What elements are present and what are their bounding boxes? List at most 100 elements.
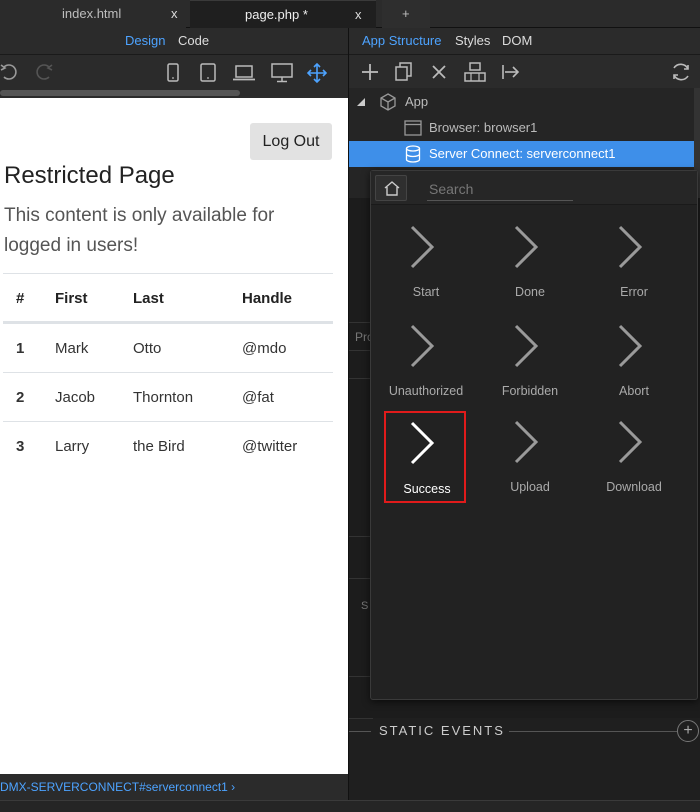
desktop-icon[interactable] — [270, 63, 294, 83]
refresh-icon[interactable] — [670, 61, 692, 83]
design-canvas: Log Out Restricted Page This content is … — [0, 98, 348, 774]
structure-toolbar — [349, 54, 700, 88]
table-cell: Mark — [55, 340, 89, 357]
popup-header: Search — [371, 171, 697, 205]
duplicate-icon[interactable] — [395, 62, 413, 82]
chevron-right-icon — [514, 324, 539, 368]
event-search-input[interactable]: Search — [427, 179, 573, 201]
tab-dom[interactable]: DOM — [502, 33, 532, 48]
add-static-event-button[interactable]: + — [677, 720, 699, 742]
users-table: # First Last Handle 1 Mark Otto @mdo 2 J… — [3, 273, 333, 470]
section-stub: S — [361, 600, 369, 612]
expand-triangle-icon[interactable] — [356, 97, 366, 107]
event-picker-popup: Search Start Done Error Unauthorized Forbidd… — [370, 170, 698, 700]
event-upload-button[interactable]: Upload — [488, 414, 572, 500]
add-icon[interactable] — [361, 63, 379, 81]
table-cell: Otto — [133, 340, 162, 357]
chevron-right-icon — [410, 324, 435, 368]
new-tab-button[interactable]: + — [382, 0, 430, 28]
table-header-cell: # — [16, 290, 25, 307]
move-icon[interactable] — [306, 62, 328, 84]
table-cell: 1 — [16, 340, 25, 357]
home-button[interactable] — [375, 175, 407, 201]
wrap-icon[interactable] — [463, 62, 487, 82]
table-row: 3 Larry the Bird @twitter — [3, 421, 333, 470]
table-cell: 3 — [16, 438, 25, 455]
delete-icon[interactable] — [431, 64, 447, 80]
bottom-bar — [0, 800, 700, 812]
tree-node-app[interactable]: App — [349, 89, 695, 115]
tab-index-html[interactable]: index.html x — [0, 0, 186, 28]
event-label: Done — [515, 285, 545, 299]
phone-icon[interactable] — [166, 63, 180, 83]
tab-bar: index.html x page.php * x + — [0, 0, 700, 28]
cube-icon — [380, 93, 396, 111]
event-abort-button[interactable]: Abort — [592, 318, 676, 404]
move-into-icon[interactable] — [501, 64, 521, 80]
table-header-cell: Handle — [242, 290, 293, 307]
event-forbidden-button[interactable]: Forbidden — [488, 318, 572, 404]
tab-styles[interactable]: Styles — [455, 33, 490, 48]
event-label: Abort — [619, 384, 649, 398]
event-label: Unauthorized — [388, 384, 464, 398]
chevron-right-icon — [618, 420, 643, 464]
right-panel-tabs: App Structure Styles DOM — [349, 28, 700, 54]
table-header-row: # First Last Handle — [3, 273, 333, 323]
table-header-cell: Last — [133, 290, 164, 307]
log-out-button[interactable]: Log Out — [250, 123, 332, 160]
event-unauthorized-button[interactable]: Unauthorized — [384, 318, 468, 404]
page-title: Restricted Page — [4, 162, 175, 189]
tree-node-server-connect[interactable]: Server Connect: serverconnect1 — [349, 141, 695, 167]
chevron-right-icon — [410, 225, 435, 269]
device-toolbar — [0, 54, 348, 88]
browser-icon — [404, 120, 422, 136]
event-success-button[interactable]: Success — [384, 411, 466, 503]
table-cell: @twitter — [242, 438, 298, 455]
table-cell: Jacob — [55, 389, 96, 406]
tab-page-php[interactable]: page.php * x — [190, 0, 376, 28]
new-tab-label: + — [402, 6, 410, 21]
table-header-cell: First — [55, 290, 88, 307]
event-download-button[interactable]: Download — [592, 414, 676, 500]
element-path-breadcrumb[interactable]: DMX-SERVERCONNECT#serverconnect1 › — [0, 774, 348, 800]
event-done-button[interactable]: Done — [488, 219, 572, 305]
undo-icon[interactable] — [0, 63, 20, 81]
event-start-button[interactable]: Start — [384, 219, 468, 305]
chevron-right-icon — [618, 225, 643, 269]
chevron-right-icon — [514, 225, 539, 269]
horizontal-scrollbar[interactable] — [0, 88, 348, 98]
tree-node-label: Browser: browser1 — [429, 120, 538, 135]
tab-label: page.php * — [245, 7, 308, 22]
table-cell: @fat — [242, 389, 274, 406]
event-label: Start — [412, 285, 440, 299]
table-cell: Thornton — [133, 389, 194, 406]
tab-close-button[interactable]: x — [355, 1, 362, 29]
static-events-label: STATIC EVENTS — [379, 723, 505, 738]
home-icon — [384, 181, 400, 196]
chevron-right-icon — [514, 420, 539, 464]
redo-icon[interactable] — [33, 63, 53, 81]
static-events-section: STATIC EVENTS + — [349, 718, 700, 746]
scrollbar-thumb[interactable] — [0, 90, 240, 96]
code-mode-tab[interactable]: Code — [178, 33, 209, 48]
event-label: Download — [606, 480, 662, 494]
table-cell: @mdo — [242, 340, 287, 357]
tablet-icon[interactable] — [199, 63, 217, 83]
laptop-icon[interactable] — [232, 64, 256, 82]
lead-text: This content is only available for logge… — [4, 205, 275, 256]
event-label: Error — [620, 285, 648, 299]
tree-node-browser[interactable]: Browser: browser1 — [349, 115, 695, 141]
table-cell: Larry — [55, 438, 90, 455]
table-row: 1 Mark Otto @mdo — [3, 323, 333, 372]
design-mode-tab[interactable]: Design — [125, 33, 165, 48]
app-window: index.html x page.php * x + Design Code — [0, 0, 700, 812]
view-mode-bar: Design Code — [0, 28, 348, 54]
event-error-button[interactable]: Error — [592, 219, 676, 305]
tab-close-button[interactable]: x — [171, 0, 178, 28]
tab-label: index.html — [62, 6, 122, 21]
table-cell: 2 — [16, 389, 25, 406]
event-label: Upload — [510, 480, 550, 494]
tab-app-structure[interactable]: App Structure — [362, 33, 442, 48]
event-label: Forbidden — [501, 384, 559, 398]
table-row: 2 Jacob Thornton @fat — [3, 372, 333, 421]
